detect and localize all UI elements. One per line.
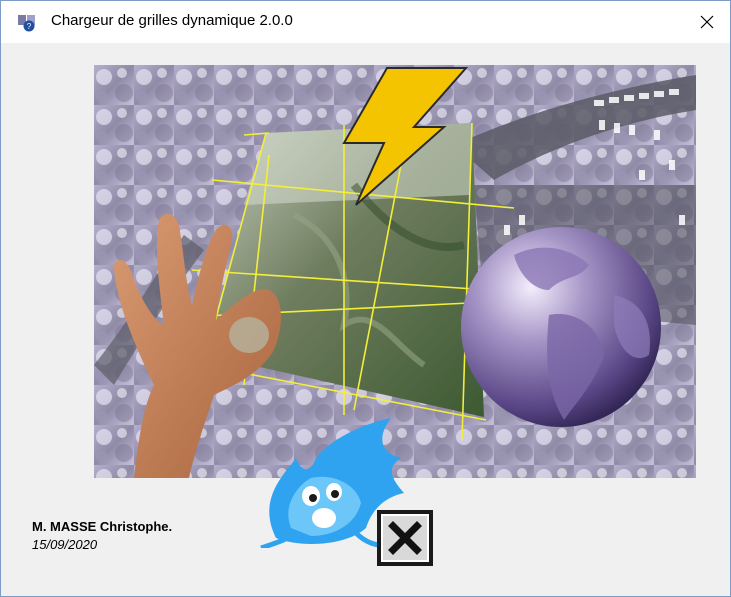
- title-bar[interactable]: ? Chargeur de grilles dynamique 2.0.0: [1, 1, 730, 43]
- splash-image: [94, 65, 696, 478]
- author-date: 15/09/2020: [32, 537, 98, 552]
- close-splash-button[interactable]: [375, 508, 435, 568]
- content-area: M. MASSE Christophe. 15/09/2020: [1, 43, 730, 596]
- window-title: Chargeur de grilles dynamique 2.0.0: [51, 12, 293, 29]
- app-window: ? Chargeur de grilles dynamique 2.0.0 M.…: [0, 0, 731, 597]
- svg-text:?: ?: [27, 22, 32, 31]
- app-icon: ?: [18, 15, 35, 32]
- globe-icon: [461, 227, 661, 427]
- window-close-button[interactable]: [684, 1, 730, 43]
- close-icon: [700, 15, 714, 29]
- author-name: M. MASSE Christophe.: [32, 519, 173, 534]
- close-x-box-icon: [377, 510, 433, 566]
